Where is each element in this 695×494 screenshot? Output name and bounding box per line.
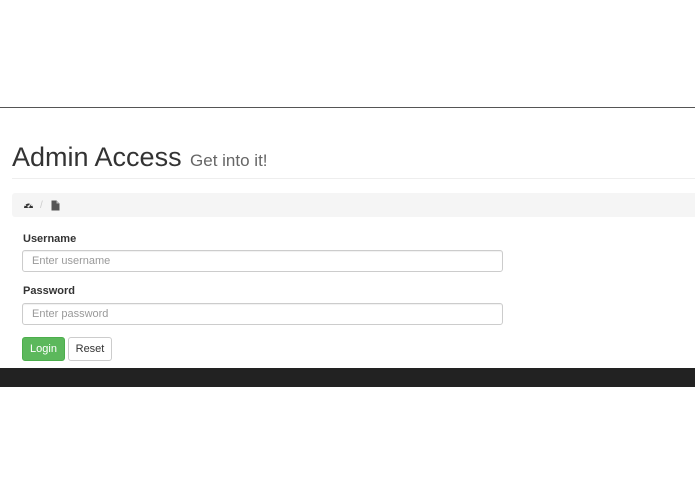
login-button[interactable]: Login bbox=[22, 337, 65, 361]
password-input[interactable] bbox=[22, 303, 503, 325]
breadcrumb-separator: / bbox=[40, 199, 43, 211]
top-blank-area bbox=[0, 0, 695, 108]
page-header: Admin Access Get into it! bbox=[12, 140, 695, 179]
username-input[interactable] bbox=[22, 250, 503, 272]
file-icon[interactable] bbox=[49, 198, 63, 212]
password-label: Password bbox=[23, 285, 75, 297]
page-subtitle: Get into it! bbox=[190, 151, 268, 170]
reset-button[interactable]: Reset bbox=[68, 337, 112, 361]
footer-bar bbox=[0, 368, 695, 387]
page-title: Admin Access bbox=[12, 142, 182, 172]
breadcrumb: / bbox=[12, 193, 695, 217]
navbar-divider bbox=[0, 107, 695, 108]
username-label: Username bbox=[23, 233, 77, 245]
dashboard-icon[interactable] bbox=[21, 198, 35, 212]
